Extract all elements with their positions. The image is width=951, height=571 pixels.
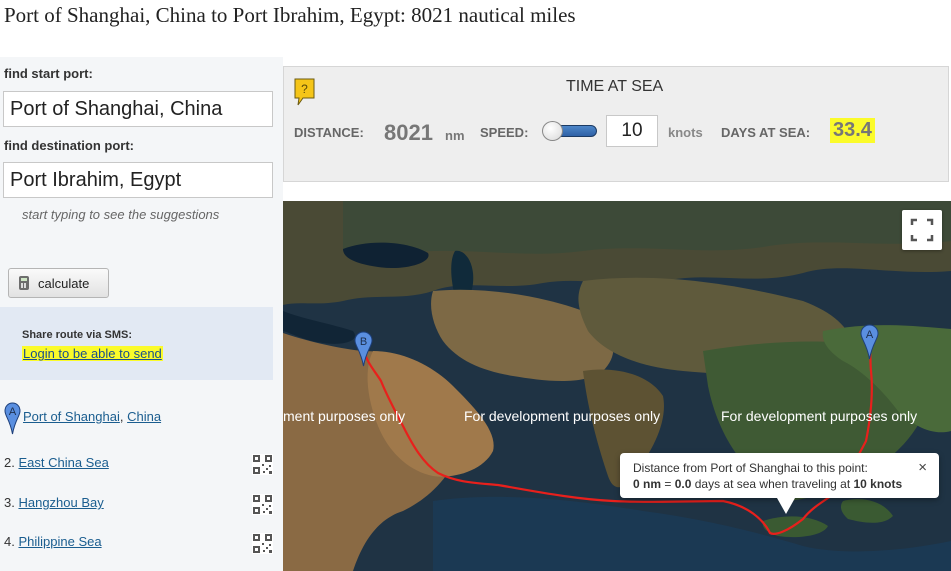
waypoint-number: 4.	[4, 534, 15, 549]
map-pin-icon: A	[4, 402, 21, 435]
qr-code-icon[interactable]	[252, 533, 273, 554]
tooltip-heading: Distance from Port of Shanghai to this p…	[633, 461, 868, 475]
list-item: 4. Philippine Sea	[4, 534, 102, 549]
distance-unit: nm	[445, 128, 465, 143]
waypoint-link[interactable]: Philippine Sea	[18, 534, 101, 549]
map-watermark: For development purposes only	[464, 408, 661, 424]
list-item: 2. East China Sea	[4, 455, 109, 470]
calculate-button-label: calculate	[38, 275, 90, 291]
map-pin-icon[interactable]: A	[860, 324, 879, 360]
distance-value: 8021	[384, 120, 433, 145]
suggestion-hint: start typing to see the suggestions	[22, 207, 220, 222]
time-at-sea-panel: ? TIME AT SEA DISTANCE: 8021 nm SPEED: k…	[283, 66, 949, 182]
map-satellite-imagery	[283, 201, 951, 571]
waypoint-link[interactable]: East China Sea	[18, 455, 108, 470]
sms-share-box: Share route via SMS: Login to be able to…	[0, 307, 273, 380]
fullscreen-icon	[910, 218, 934, 242]
map-pin-icon[interactable]: B	[354, 331, 373, 367]
route-start-item: Port of Shanghai, China	[23, 409, 161, 424]
qr-code-icon[interactable]	[252, 494, 273, 515]
start-port-label: find start port:	[4, 66, 93, 81]
speed-unit: knots	[668, 125, 703, 140]
list-item: 3. Hangzhou Bay	[4, 495, 104, 510]
waypoint-number: 3.	[4, 495, 15, 510]
destination-port-input[interactable]	[3, 162, 273, 198]
tooltip-mid-text: days at sea when traveling at	[691, 477, 854, 491]
route-start-port-link[interactable]: Port of Shanghai	[23, 409, 120, 424]
map-watermark: For development purposes only	[721, 408, 918, 424]
route-start-marker-label: A	[9, 406, 17, 418]
speed-label: SPEED:	[480, 125, 529, 140]
marker-b-label: B	[360, 336, 367, 348]
calculate-button[interactable]: calculate	[8, 268, 109, 298]
speed-input[interactable]	[606, 115, 658, 147]
panel-title: TIME AT SEA	[566, 78, 664, 95]
route-start-country-link[interactable]: China	[127, 409, 161, 424]
page-title: Port of Shanghai, China to Port Ibrahim,…	[4, 3, 576, 27]
qr-code-icon[interactable]	[252, 454, 273, 475]
tooltip-nm-value: 0 nm	[633, 477, 662, 491]
marker-a-label: A	[866, 329, 874, 341]
days-at-sea-label: DAYS AT SEA:	[721, 125, 811, 140]
destination-port-label: find destination port:	[4, 138, 134, 153]
distance-label: DISTANCE:	[294, 125, 364, 140]
help-badge-glyph: ?	[301, 82, 308, 96]
sms-share-title: Share route via SMS:	[22, 329, 133, 341]
tooltip-detail: 0 nm = 0.0 days at sea when traveling at…	[633, 476, 939, 492]
sms-login-link[interactable]: Login to be able to send	[22, 346, 163, 361]
tooltip-close-button[interactable]: ×	[918, 459, 927, 476]
sidebar: find start port: find destination port: …	[0, 57, 283, 571]
calculator-icon	[19, 276, 29, 290]
fullscreen-button[interactable]	[902, 210, 942, 250]
map-watermark: ment purposes only	[283, 408, 406, 424]
tooltip-speed-value: 10 knots	[853, 477, 903, 491]
distance-tooltip: Distance from Port of Shanghai to this p…	[620, 453, 939, 514]
waypoint-link[interactable]: Hangzhou Bay	[18, 495, 103, 510]
route-map[interactable]: ment purposes only For development purpo…	[283, 201, 951, 571]
tooltip-equals: =	[661, 477, 675, 491]
days-at-sea-value: 33.4	[830, 118, 875, 143]
help-badge-icon[interactable]: ?	[294, 78, 315, 106]
start-port-input[interactable]	[3, 91, 273, 127]
route-start-separator: ,	[119, 409, 128, 424]
speed-slider-handle[interactable]	[542, 121, 563, 141]
tooltip-days-value: 0.0	[674, 477, 692, 491]
waypoint-number: 2.	[4, 455, 15, 470]
